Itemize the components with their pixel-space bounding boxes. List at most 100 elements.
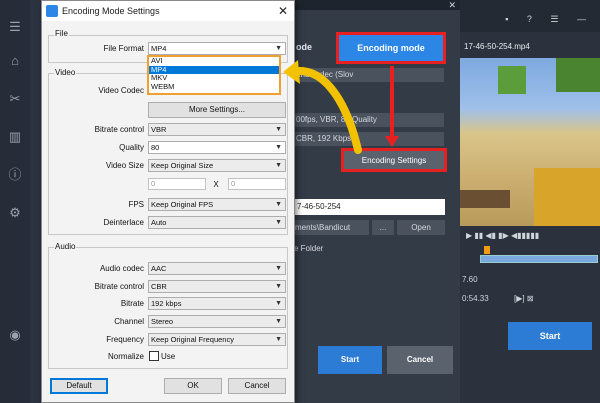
encoding-settings-button[interactable]: Encoding Settings [341, 148, 447, 172]
audio-settings-row: CBR, 192 Kbps [288, 132, 444, 146]
fps-label: FPS [128, 200, 144, 209]
chevron-down-icon: ▼ [275, 318, 282, 325]
chevron-down-icon: ▼ [275, 126, 282, 133]
video-size-label: Video Size [105, 161, 144, 170]
channel-select[interactable]: Stereo ▼ [148, 315, 286, 328]
deinterlace-label: Deinterlace [103, 218, 144, 227]
chevron-down-icon: ▼ [275, 201, 282, 208]
filename-input[interactable]: 7-46-50-254 [293, 199, 445, 215]
bitrate-control-label: Bitrate control [94, 125, 144, 134]
quality-value: 80 [151, 143, 160, 152]
cut-icon[interactable]: ✂ [7, 92, 23, 106]
chevron-down-icon: ▼ [275, 265, 282, 272]
deinterlace-value: Auto [151, 218, 167, 227]
open-folder-button[interactable]: Open [397, 220, 445, 235]
same-folder-label: e Folder [294, 244, 324, 253]
close-icon[interactable]: ✕ [278, 1, 288, 21]
cancel-button[interactable]: Cancel [387, 346, 453, 374]
start-button[interactable]: Start [318, 346, 382, 374]
timeline-bar[interactable] [480, 255, 598, 263]
scene-block [460, 190, 510, 208]
frequency-value: Keep Original Frequency [151, 335, 234, 344]
audio-bitrate-select[interactable]: 192 kbps ▼ [148, 297, 286, 310]
frequency-label: Frequency [106, 335, 144, 344]
file-format-value: MP4 [151, 44, 167, 53]
app-icon [46, 5, 58, 17]
channel-value: Stereo [151, 317, 174, 326]
bitrate-control-value: VBR [151, 125, 167, 134]
record-icon[interactable]: ◉ [7, 328, 23, 342]
start-time: 7.60 [462, 275, 478, 284]
quality-select[interactable]: 80 ▼ [148, 141, 286, 154]
info-icon[interactable]: ⓘ [7, 168, 23, 182]
normalize-checkbox[interactable] [149, 351, 159, 361]
home-icon[interactable]: ⌂ [7, 54, 23, 68]
width-input[interactable]: 0 [148, 178, 206, 190]
start-button[interactable]: Start [508, 322, 592, 350]
default-button[interactable]: Default [50, 378, 108, 394]
file-group-label: File [54, 29, 69, 38]
file-format-select[interactable]: MP4 ▼ [148, 42, 286, 55]
gear-icon[interactable]: ⚙ [7, 206, 23, 220]
timeline-marker[interactable] [484, 246, 490, 254]
format-option-avi[interactable]: AVI [149, 56, 279, 66]
chevron-down-icon: ▼ [275, 219, 282, 226]
audio-codec-label: Audio codec [99, 264, 144, 273]
encoding-panel: ✕ ode Encoding mode and codec (Slov 00fp… [288, 0, 460, 403]
chevron-down-icon: ▼ [275, 336, 282, 343]
audio-bitrate-value: 192 kbps [151, 299, 182, 308]
close-icon[interactable]: ✕ [448, 0, 456, 11]
mode-label: ode [296, 42, 313, 52]
panel-titlebar [288, 0, 460, 10]
scene-block [498, 66, 526, 94]
audio-bitrate-control-label: Bitrate control [94, 282, 144, 291]
encoding-mode-button[interactable]: Encoding mode [336, 32, 446, 64]
audio-codec-value: AAC [151, 264, 167, 273]
ok-button[interactable]: OK [164, 378, 222, 394]
segment-controls[interactable]: [▶] ⊠ [514, 294, 534, 303]
normalize-label: Normalize [107, 352, 144, 361]
menu-icon[interactable]: ☰ [7, 20, 23, 34]
size-separator: X [213, 180, 219, 189]
chevron-down-icon: ▼ [275, 283, 282, 290]
app-sidebar: ☰ ⌂ ✂ ▥ ⓘ ⚙ ◉ [0, 0, 30, 403]
normalize-use-label: Use [161, 352, 176, 361]
channel-label: Channel [114, 317, 144, 326]
playback-controls[interactable]: ▶ ▮▮ ◀▮ ▮▶ ◀▮▮▮▮▮ [466, 231, 539, 240]
height-input[interactable]: 0 [228, 178, 286, 190]
codec-row: and codec (Slov [288, 68, 444, 82]
video-preview [460, 58, 600, 226]
video-group-label: Video [54, 68, 77, 77]
preview-panel: ▪ ? ☰ — 17-46-50-254.mp4 ▶ ▮▮ ◀▮ ▮▶ ◀▮▮▮… [460, 0, 600, 403]
deinterlace-select[interactable]: Auto ▼ [148, 216, 286, 229]
merge-icon[interactable]: ▥ [7, 130, 23, 144]
dialog-titlebar: Encoding Mode Settings ✕ [42, 1, 294, 21]
cancel-button[interactable]: Cancel [228, 378, 286, 394]
preview-filename: 17-46-50-254.mp4 [464, 42, 530, 51]
window-controls[interactable]: ▪ ? ☰ — [505, 14, 594, 25]
chevron-down-icon: ▼ [275, 162, 282, 169]
audio-codec-select[interactable]: AAC ▼ [148, 262, 286, 275]
browse-button[interactable]: ... [372, 220, 394, 235]
file-format-label: File Format [103, 44, 144, 53]
video-size-select[interactable]: Keep Original Size ▼ [148, 159, 286, 172]
format-option-mp4[interactable]: MP4 [149, 65, 279, 74]
chevron-down-icon: ▼ [275, 45, 282, 52]
dialog-title: Encoding Mode Settings [62, 6, 160, 16]
fps-select[interactable]: Keep Original FPS ▼ [148, 198, 286, 211]
quality-label: Quality [119, 143, 144, 152]
format-option-webm[interactable]: WEBM [149, 82, 279, 92]
file-format-dropdown: AVI MP4 MKV WEBM [147, 55, 281, 95]
video-size-value: Keep Original Size [151, 161, 214, 170]
frequency-select[interactable]: Keep Original Frequency ▼ [148, 333, 286, 346]
chevron-down-icon: ▼ [275, 144, 282, 151]
audio-bitrate-control-select[interactable]: CBR ▼ [148, 280, 286, 293]
more-settings-button[interactable]: More Settings... [148, 102, 286, 118]
video-codec-label: Video Codec [98, 86, 144, 95]
output-folder-input[interactable]: ments\Bandicut [293, 220, 369, 235]
fps-value: Keep Original FPS [151, 200, 214, 209]
scene-block [534, 168, 600, 226]
bitrate-control-select[interactable]: VBR ▼ [148, 123, 286, 136]
scene-block [556, 58, 600, 92]
end-time: 0:54.33 [462, 294, 489, 303]
